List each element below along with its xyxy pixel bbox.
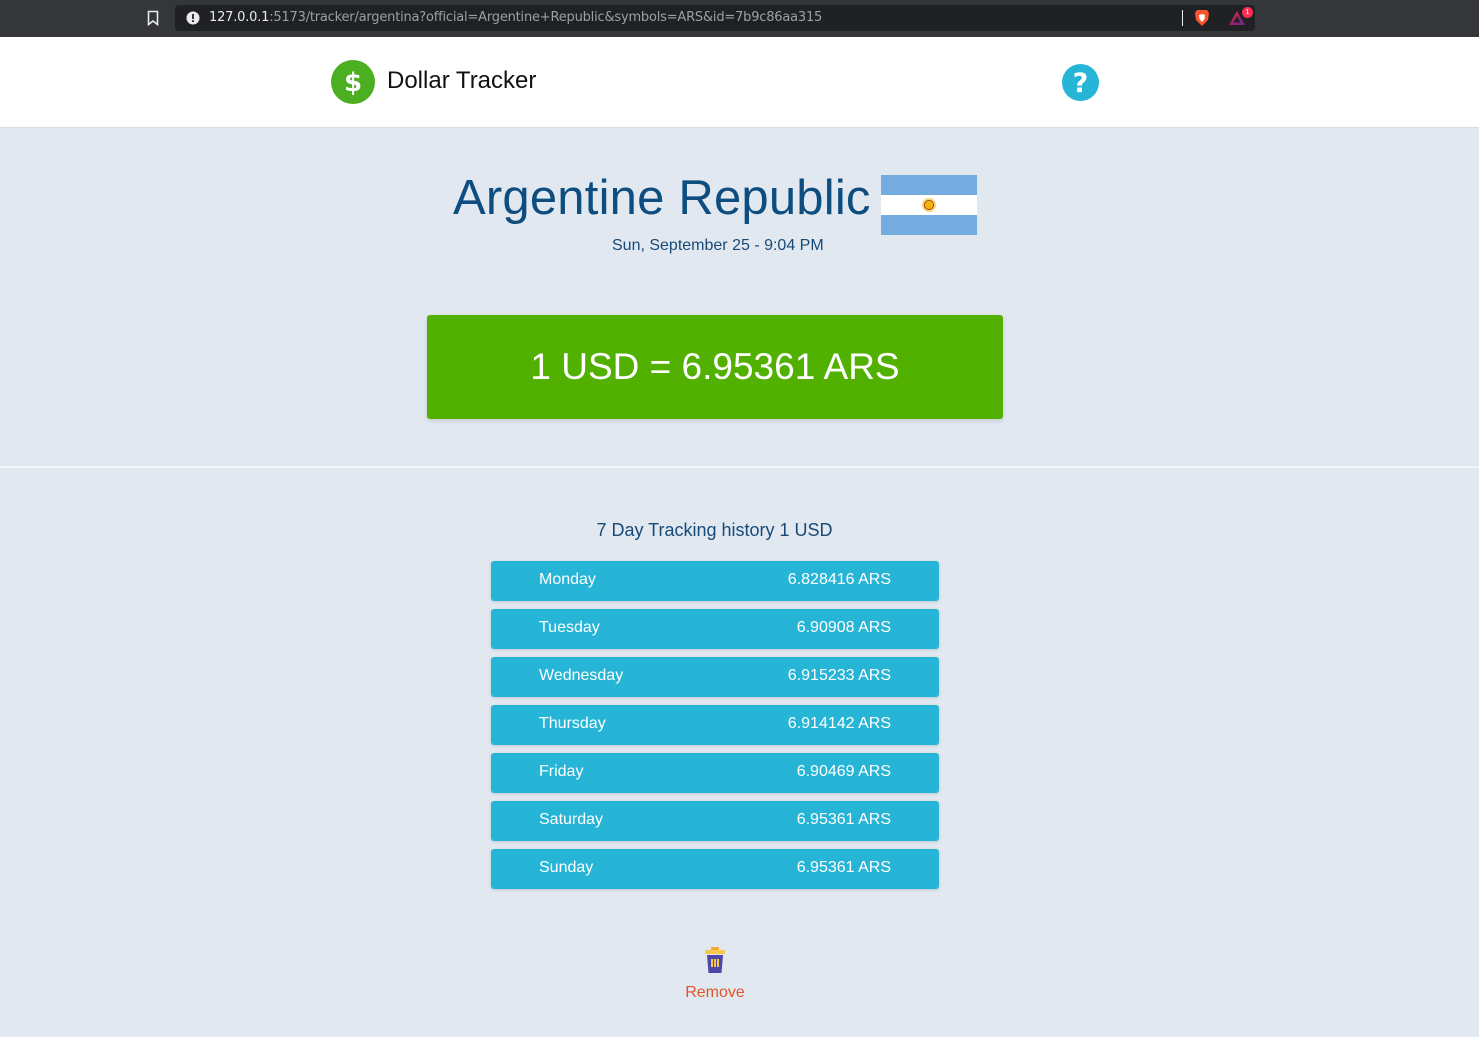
history-value: 6.914142 ARS [787,715,891,732]
history-value: 6.90908 ARS [796,619,891,636]
history-day: Sunday [539,859,594,876]
help-button[interactable]: ? [1062,64,1099,101]
question-icon: ? [1073,68,1089,99]
rewards-badge: 1 [1242,7,1253,18]
browser-toolbar: 127.0.0.1:5173/tracker/argentina?officia… [0,0,1479,37]
brave-shield-icon[interactable] [1194,9,1210,27]
history-row-tuesday: Tuesday 6.90908 ARS [491,609,939,649]
history-day: Monday [539,571,596,588]
history-value: 6.828416 ARS [787,571,891,588]
address-bar[interactable]: 127.0.0.1:5173/tracker/argentina?officia… [175,5,1255,31]
history-day: Saturday [539,811,604,828]
info-icon[interactable] [186,11,200,25]
url-host: 127.0.0.1 [209,10,270,25]
url-path: :5173/tracker/argentina?official=Argenti… [269,10,823,25]
history-day: Tuesday [539,619,600,636]
history-row-wednesday: Wednesday 6.915233 ARS [491,657,939,697]
remove-button[interactable]: Remove [674,944,756,1006]
section-divider [0,466,1479,468]
history-title: 7 Day Tracking history 1 USD [596,520,833,540]
dollar-logo-icon[interactable]: $ [331,60,375,104]
exchange-rate-card: 1 USD = 6.95361 ARS [427,315,1003,419]
trash-icon [705,947,725,973]
history-day: Friday [539,763,584,780]
history-row-sunday: Sunday 6.95361 ARS [491,849,939,889]
history-value: 6.95361 ARS [796,811,891,828]
history-value: 6.90469 ARS [796,763,891,780]
history-row-thursday: Thursday 6.914142 ARS [491,705,939,745]
remove-label: Remove [685,984,745,1001]
help-symbol: ? [1073,68,1089,99]
history-value: 6.95361 ARS [796,859,891,876]
history-row-monday: Monday 6.828416 ARS [491,561,939,601]
url-divider [1182,10,1183,26]
url-text[interactable]: 127.0.0.1:5173/tracker/argentina?officia… [209,10,822,25]
bookmark-icon[interactable] [147,10,159,26]
history-list: Monday 6.828416 ARS Tuesday 6.90908 ARS … [491,561,939,897]
brand-name[interactable]: Dollar Tracker [387,67,536,95]
history-value: 6.915233 ARS [787,667,891,684]
history-row-friday: Friday 6.90469 ARS [491,753,939,793]
logo-symbol: $ [344,68,362,98]
history-day: Wednesday [539,667,624,684]
country-name: Argentine Republic [453,171,871,225]
history-row-saturday: Saturday 6.95361 ARS [491,801,939,841]
argentina-flag-icon [881,175,977,235]
country-datetime: Sun, September 25 - 9:04 PM [612,237,824,254]
app-header: $ Dollar Tracker ? [0,37,1479,128]
history-day: Thursday [539,715,606,732]
